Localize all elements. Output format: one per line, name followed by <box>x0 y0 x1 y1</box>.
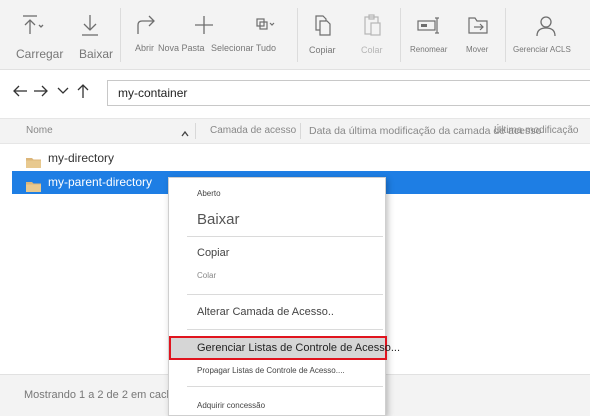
list-item-name: my-directory <box>48 151 115 165</box>
menu-separator <box>187 294 383 295</box>
up-arrow-icon[interactable] <box>74 81 92 101</box>
copy-button[interactable]: Copiar <box>305 0 339 70</box>
rename-button[interactable]: Renomear <box>408 0 448 70</box>
open-arrow-icon <box>132 12 160 38</box>
status-text: Mostrando 1 a 2 de 2 em cache <box>24 389 179 401</box>
paste-icon <box>358 12 386 38</box>
upload-icon <box>18 12 46 38</box>
download-label: Baixar <box>79 47 114 61</box>
user-icon <box>532 12 560 38</box>
upload-button[interactable]: Carregar <box>8 0 63 70</box>
menu-item-paste[interactable]: Colar <box>169 271 385 280</box>
rename-label: Renomear <box>410 45 448 54</box>
menu-separator <box>187 386 383 387</box>
menu-item-copy[interactable]: Copiar <box>169 247 385 259</box>
menu-separator <box>187 329 383 330</box>
open-button[interactable]: Abrir <box>132 0 158 70</box>
toolbar-separator <box>400 8 401 62</box>
toolbar-separator <box>297 8 298 62</box>
open-label: Abrir <box>135 43 155 53</box>
download-button[interactable]: Baixar <box>76 0 116 70</box>
menu-item-acquire-lease[interactable]: Adquirir concessão <box>169 401 385 410</box>
download-icon <box>76 12 104 38</box>
toolbar-separator <box>120 8 121 62</box>
menu-item-change-access-tier[interactable]: Alterar Camada de Acesso.. <box>169 306 385 318</box>
new-folder-button[interactable]: Nova Pasta <box>158 0 213 70</box>
select-all-icon <box>249 12 277 38</box>
copy-icon <box>308 12 336 38</box>
copy-label: Copiar <box>309 45 336 55</box>
toolbar: Carregar Baixar Abrir Nova Pasta Selecio… <box>0 0 590 70</box>
paste-button[interactable]: Colar <box>356 0 388 70</box>
folder-icon <box>26 153 41 168</box>
move-button[interactable]: Mover <box>462 0 494 70</box>
navigation-bar: my-container <box>0 71 590 115</box>
column-header-access-tier[interactable]: Camada de acesso <box>210 119 298 143</box>
back-arrow-icon[interactable] <box>11 81 29 101</box>
manage-acls-button[interactable]: Gerenciar ACLS <box>511 0 579 70</box>
move-label: Mover <box>466 45 489 54</box>
move-icon <box>464 12 492 38</box>
column-divider[interactable] <box>300 123 301 139</box>
folder-icon <box>26 177 41 192</box>
chevron-down-icon[interactable] <box>54 81 72 101</box>
paste-label: Colar <box>361 45 383 55</box>
menu-item-manage-acls[interactable]: Gerenciar Listas de Controle de Acesso..… <box>169 342 400 354</box>
column-header-name[interactable]: Nome <box>26 119 176 143</box>
rename-icon <box>414 12 442 38</box>
menu-item-open[interactable]: Aberto <box>169 189 385 198</box>
upload-label: Carregar <box>16 47 64 61</box>
menu-separator <box>187 236 383 237</box>
address-bar[interactable]: my-container <box>107 80 590 106</box>
menu-item-download[interactable]: Baixar <box>169 211 385 228</box>
new-folder-label: Nova Pasta <box>158 43 205 53</box>
column-header-last-modified[interactable]: Última modificação <box>494 119 590 143</box>
context-menu: Aberto Baixar Copiar Colar Alterar Camad… <box>168 177 400 416</box>
sort-up-icon[interactable] <box>180 126 190 137</box>
list-item-name: my-parent-directory <box>48 175 153 189</box>
select-all-button[interactable]: Selecionar Tudo <box>211 0 277 70</box>
list-item[interactable]: my-directory <box>0 147 590 170</box>
forward-arrow-icon[interactable] <box>32 81 50 101</box>
column-divider[interactable] <box>195 123 196 139</box>
select-all-label: Selecionar Tudo <box>211 43 277 53</box>
toolbar-separator <box>505 8 506 62</box>
manage-acls-label: Gerenciar ACLS <box>513 45 571 54</box>
list-header: Nome Camada de acesso Data da última mod… <box>0 118 590 144</box>
menu-item-propagate-acls[interactable]: Propagar Listas de Controle de Acesso...… <box>169 366 385 375</box>
